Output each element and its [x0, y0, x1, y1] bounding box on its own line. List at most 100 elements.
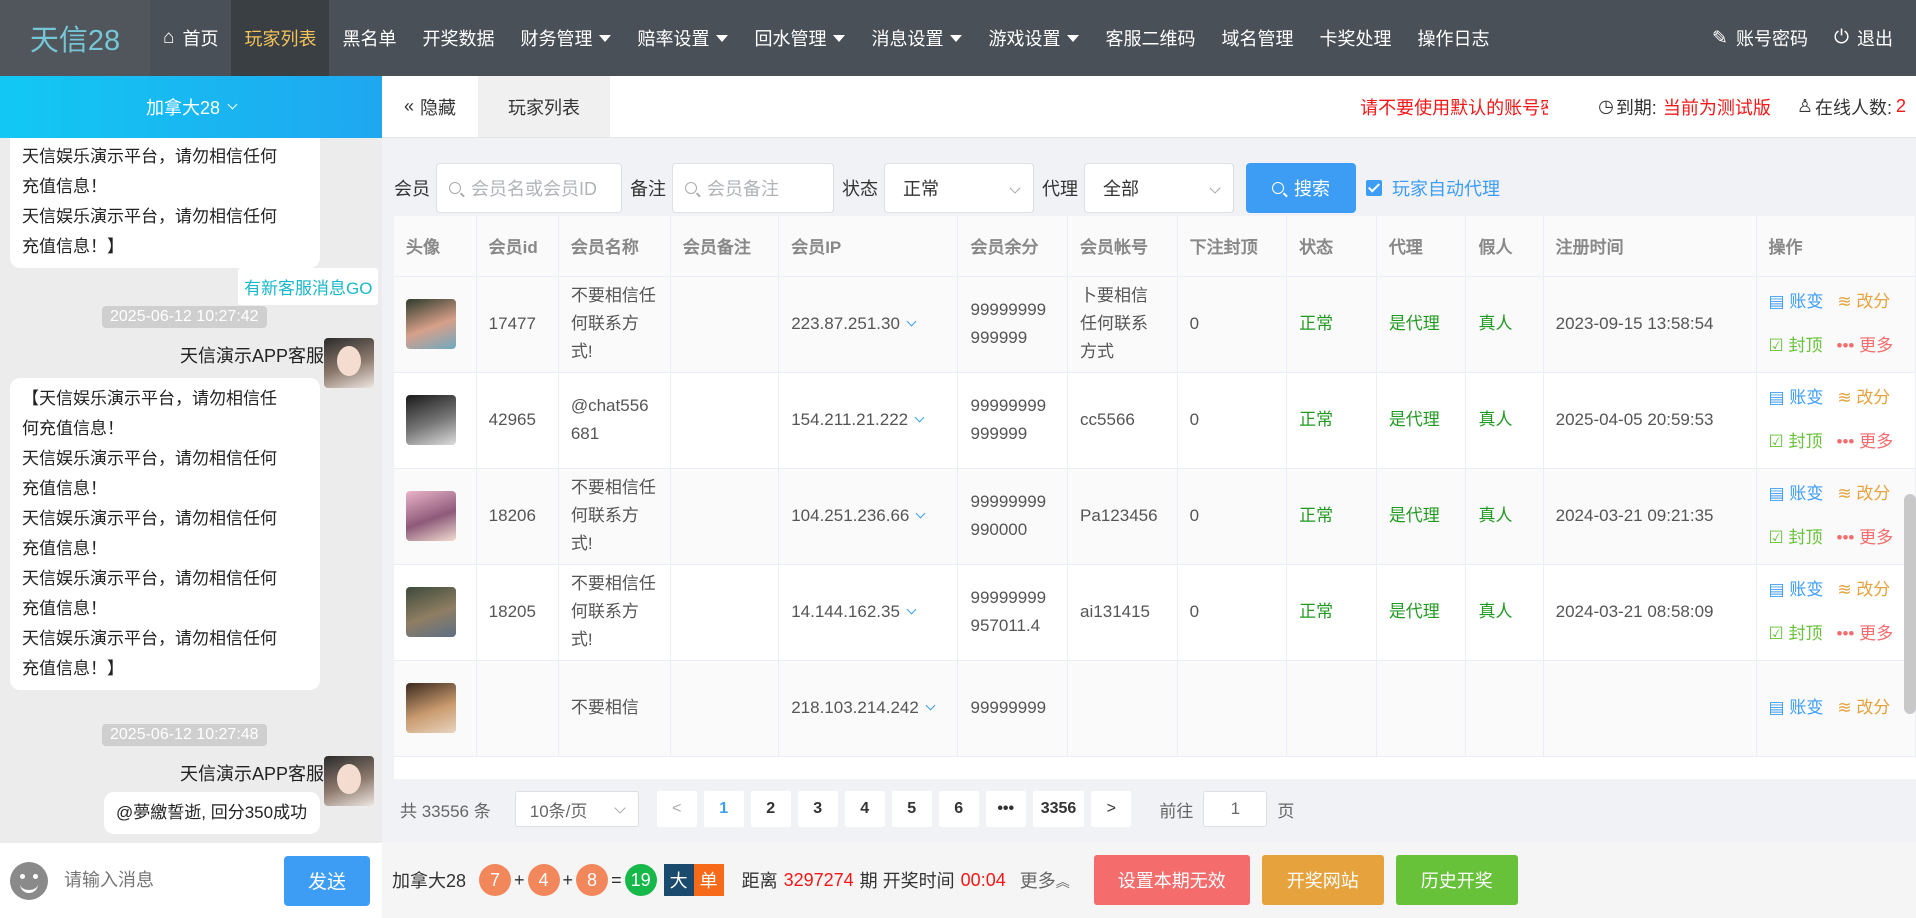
block-cap-button[interactable]: ☑ 封顶: [1769, 432, 1823, 451]
table-header-row: 头像 会员id 会员名称 会员备注 会员IP 会员余分 会员帐号 下注封顶 状态 代理 假人 注册时间…: [394, 216, 1916, 277]
ledger-button[interactable]: ▤ 账变: [1769, 388, 1824, 407]
agent-select[interactable]: 全部: [1084, 163, 1234, 213]
cell-status-text: 正常: [1299, 410, 1334, 429]
cell-ip[interactable]: 223.87.251.30: [778, 276, 959, 373]
cell-name: 不要相信任何联系方式!: [558, 276, 671, 373]
block-cap-button[interactable]: ☑ 封顶: [1769, 624, 1823, 643]
set-period-invalid-button[interactable]: 设置本期无效: [1093, 855, 1250, 905]
edit-icon: ☑: [1768, 528, 1789, 547]
hide-sidebar-button[interactable]: « 隐藏: [382, 76, 478, 137]
edit-score-button[interactable]: ≋ 改分: [1837, 698, 1890, 717]
auto-agent-checkbox[interactable]: [1366, 180, 1382, 196]
nav-item-11[interactable]: 卡奖处理: [1306, 0, 1404, 76]
search-button[interactable]: 搜索: [1246, 163, 1356, 213]
nav-item-6[interactable]: 回水管理: [741, 0, 858, 76]
more-button[interactable]: ••• 更多: [1837, 336, 1894, 355]
auto-agent-label[interactable]: 玩家自动代理: [1392, 175, 1500, 201]
more-draws-link[interactable]: 更多︽: [1020, 867, 1070, 893]
goto-page-input[interactable]: 1: [1203, 791, 1268, 827]
cell-fake-text: 真人: [1478, 410, 1513, 429]
page-button[interactable]: 3356: [1032, 791, 1085, 827]
chat-message-input[interactable]: [64, 870, 264, 891]
tab-player-list[interactable]: 玩家列表: [478, 76, 611, 137]
emoji-icon[interactable]: [10, 861, 48, 900]
member-search-input[interactable]: 会员名或会员ID: [436, 163, 622, 213]
cell-ip[interactable]: 154.211.21.222: [778, 372, 959, 469]
chevron-down-icon[interactable]: [915, 508, 926, 519]
nav-item-10[interactable]: 域名管理: [1208, 0, 1306, 76]
player-table: 头像 会员id 会员名称 会员备注 会员IP 会员余分 会员帐号 下注封顶 状态 代理 假人 注册时间…: [394, 216, 1916, 779]
page-button[interactable]: 2: [750, 791, 791, 827]
ops-cell: ▤ 账变 ≋ 改分 ☑ 封顶 ••• 更多: [1756, 468, 1916, 565]
page-button[interactable]: 1: [703, 791, 744, 827]
column-header: 会员备注: [670, 216, 780, 277]
edit-score-button[interactable]: ≋ 改分: [1837, 580, 1890, 599]
cell-id: 42965: [476, 372, 559, 469]
nav-item-5[interactable]: 赔率设置: [624, 0, 741, 76]
new-service-message-link[interactable]: 有新客服消息GO: [238, 268, 379, 305]
chat-game-selector[interactable]: 加拿大28: [0, 76, 382, 138]
more-button[interactable]: ••• 更多: [1837, 432, 1894, 451]
chat-messages[interactable]: 天信娱乐演示平台，请勿相信任何 充值信息！ 天信娱乐演示平台，请勿相信任何 充值信息！…: [0, 138, 382, 843]
cell-status-text: 正常: [1299, 314, 1334, 333]
nav-item-8[interactable]: 游戏设置: [975, 0, 1092, 76]
more-button[interactable]: ••• 更多: [1837, 624, 1894, 643]
cell-ip[interactable]: 104.251.236.66: [778, 468, 959, 565]
cell-fake-text: 真人: [1478, 506, 1513, 525]
nav-item-0[interactable]: ⌂ 首页: [150, 0, 231, 76]
edit-score-button[interactable]: ≋ 改分: [1837, 484, 1890, 503]
cell-balance-text: 99999999990000: [970, 492, 1047, 539]
cell-name-text: 不要相信任何联系方式!: [570, 286, 656, 361]
block-cap-button[interactable]: ☑ 封顶: [1769, 528, 1823, 547]
chat-line: 何充值信息！: [22, 419, 124, 438]
cell-name-text: 不要相信任何联系方式!: [570, 574, 656, 649]
nav-item-label: 财务管理: [520, 29, 593, 49]
nav-item-7[interactable]: 消息设置: [858, 0, 975, 76]
page-button[interactable]: 3: [797, 791, 838, 827]
ledger-button[interactable]: ▤ 账变: [1769, 484, 1824, 503]
ledger-button[interactable]: ▤ 账变: [1769, 292, 1824, 311]
page-button[interactable]: •••: [985, 791, 1026, 827]
cell-account: cc5566: [1067, 372, 1178, 469]
logout-link[interactable]: ⏻ 退出: [1821, 0, 1906, 76]
hide-label: 隐藏: [420, 97, 457, 118]
table-row: 17477 不要相信任何联系方式! 223.87.251.30 99999999999…: [394, 276, 1916, 373]
nav-item-label: 域名管理: [1221, 29, 1294, 49]
page-size-select[interactable]: 10条/页: [514, 791, 639, 827]
send-button[interactable]: 发送: [284, 855, 370, 906]
status-select[interactable]: 正常: [884, 163, 1034, 213]
edit-score-button[interactable]: ≋ 改分: [1837, 292, 1890, 311]
chevron-down-icon[interactable]: [906, 604, 917, 615]
chevron-down-icon: [614, 802, 626, 814]
nav-item-2[interactable]: 黑名单: [329, 0, 409, 76]
ledger-button[interactable]: ▤ 账变: [1769, 698, 1824, 717]
nav-item-9[interactable]: 客服二维码: [1092, 0, 1208, 76]
table-scrollbar[interactable]: [1904, 494, 1916, 714]
page-button[interactable]: 5: [891, 791, 932, 827]
page-button[interactable]: 4: [844, 791, 885, 827]
remark-search-input[interactable]: 会员备注: [672, 163, 834, 213]
prev-page-button[interactable]: <: [656, 791, 697, 827]
page-button[interactable]: 6: [938, 791, 979, 827]
block-cap-button[interactable]: ☑ 封顶: [1769, 336, 1823, 355]
account-password-link[interactable]: ✎ 账号密码: [1699, 0, 1821, 76]
edit-score-button[interactable]: ≋ 改分: [1837, 388, 1890, 407]
draw-history-button[interactable]: 历史开奖: [1395, 855, 1518, 905]
more-button[interactable]: ••• 更多: [1837, 528, 1894, 547]
nav-item-1[interactable]: 玩家列表: [231, 0, 330, 76]
cell-ip[interactable]: 14.144.162.35: [778, 564, 959, 661]
chat-bubble: @夢繳誓逝, 回分350成功: [104, 792, 320, 834]
nav-item-3[interactable]: 开奖数据: [409, 0, 507, 76]
cell-balance: 99999999990000: [957, 468, 1069, 565]
cell-ip[interactable]: 218.103.214.242: [778, 660, 959, 757]
ledger-button[interactable]: ▤ 账变: [1769, 580, 1824, 599]
chevron-down-icon[interactable]: [914, 412, 925, 423]
cell-cap-text: 0: [1189, 602, 1200, 621]
draw-website-button[interactable]: 开奖网站: [1261, 855, 1384, 905]
nav-item-4[interactable]: 财务管理: [507, 0, 624, 76]
nav-item-12[interactable]: 操作日志: [1404, 0, 1502, 76]
chevron-down-icon[interactable]: [925, 700, 936, 711]
chevron-down-icon[interactable]: [906, 316, 917, 327]
next-page-button[interactable]: >: [1091, 791, 1132, 827]
edit-score-label: 改分: [1856, 292, 1891, 311]
